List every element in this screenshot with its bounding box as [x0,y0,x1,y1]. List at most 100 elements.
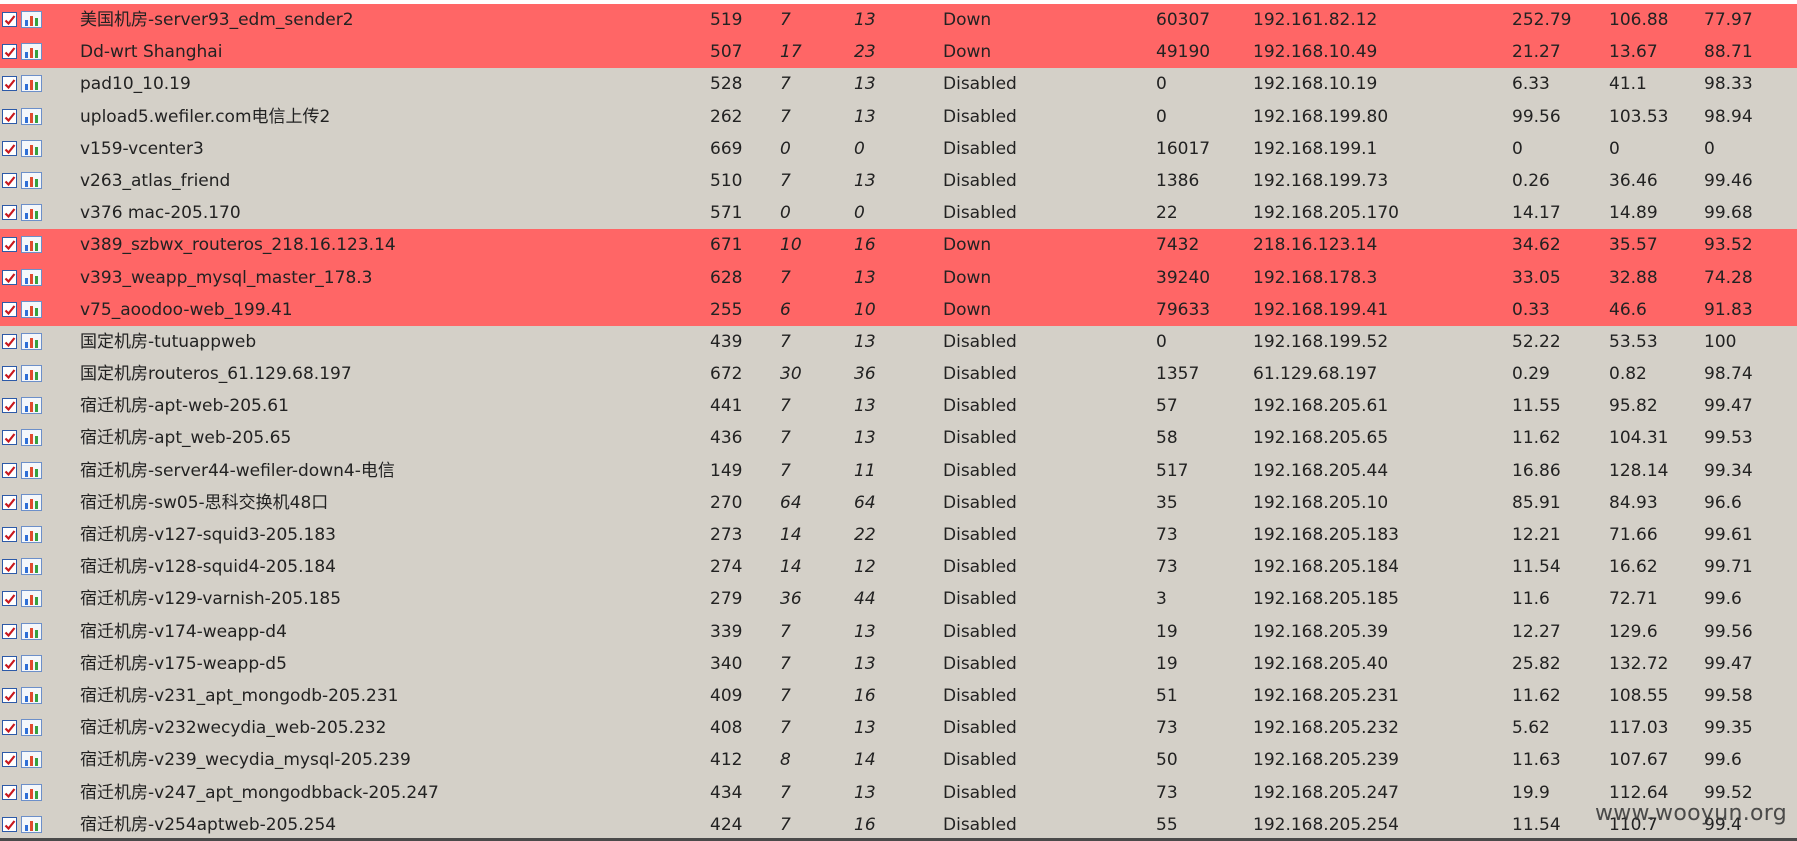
edit-checkbox-icon[interactable] [2,623,17,639]
host-name[interactable]: 美国机房-server93_edm_sender2 [80,4,700,36]
graph-icon[interactable] [21,719,42,737]
table-row[interactable]: 宿迁机房-v129-varnish-205.185 279 36 44 Disabled… [0,583,1797,616]
graph-icon[interactable] [21,43,42,61]
edit-checkbox-icon[interactable] [2,140,17,156]
edit-checkbox-icon[interactable] [2,494,17,510]
graph-icon[interactable] [21,236,42,254]
graph-icon[interactable] [21,558,42,576]
table-row[interactable]: 宿迁机房-server44-wefiler-down4-电信 149 7 11 Disa… [0,454,1797,487]
table-row[interactable]: v159-vcenter3 669 0 0 Disabled 16017 192.168.1… [0,132,1797,165]
graph-icon[interactable] [21,397,42,415]
edit-checkbox-icon[interactable] [2,44,17,60]
edit-checkbox-icon[interactable] [2,108,17,124]
graph-icon[interactable] [21,332,42,350]
table-row[interactable]: 国定机房routeros_61.129.68.197 672 30 36 Disable… [0,358,1797,391]
table-row[interactable]: 宿迁机房-v254aptweb-205.254 424 7 16 Disabled 55 1… [0,808,1797,841]
host-name[interactable]: 宿迁机房-apt_web-205.65 [80,422,700,454]
graph-icon[interactable] [21,590,42,608]
table-row[interactable]: 国定机房-tutuappweb 439 7 13 Disabled 0 192.168.19… [0,325,1797,359]
edit-checkbox-icon[interactable] [2,720,17,736]
graph-icon[interactable] [21,300,42,318]
host-name[interactable]: 国定机房-tutuappweb [80,326,700,358]
graph-icon[interactable] [21,783,42,801]
table-row[interactable]: pad10_10.19 528 7 13 Disabled 0 192.168.10.19 6… [0,68,1797,101]
table-row[interactable]: v263_atlas_friend 510 7 13 Disabled 1386 192.1… [0,164,1797,198]
table-row[interactable]: v393_weapp_mysql_master_178.3 628 7 13 Down 3… [0,261,1797,294]
host-name[interactable]: pad10_10.19 [80,68,700,100]
edit-checkbox-icon[interactable] [2,655,17,671]
table-row[interactable]: 美国机房-server93_edm_sender2 519 7 13 Down 60307… [0,4,1797,37]
table-row[interactable]: Dd-wrt Shanghai 507 17 23 Down 49190 192.168.1… [0,36,1797,69]
edit-checkbox-icon[interactable] [2,784,17,800]
edit-checkbox-icon[interactable] [2,12,17,27]
graph-icon[interactable] [21,429,42,447]
edit-checkbox-icon[interactable] [2,76,17,92]
host-name[interactable]: 宿迁机房-v129-varnish-205.185 [80,583,700,615]
edit-checkbox-icon[interactable] [2,752,17,768]
table-row[interactable]: 宿迁机房-apt-web-205.61 441 7 13 Disabled 57 192.1… [0,390,1797,423]
table-row[interactable]: v389_szbwx_routeros_218.16.123.14 671 10 16… [0,229,1797,262]
host-name[interactable]: v376 mac-205.170 [80,197,700,229]
host-name[interactable]: v263_atlas_friend [80,165,700,197]
edit-checkbox-icon[interactable] [2,816,17,832]
edit-checkbox-icon[interactable] [2,237,17,253]
table-row[interactable]: 宿迁机房-apt_web-205.65 436 7 13 Disabled 58 192.1… [0,422,1797,455]
edit-checkbox-icon[interactable] [2,366,17,382]
graph-icon[interactable] [21,107,42,125]
edit-checkbox-icon[interactable] [2,333,17,349]
host-name[interactable]: 宿迁机房-v175-weapp-d5 [80,648,700,680]
table-row[interactable]: 宿迁机房-v247_apt_mongodbback-205.247 434 7 13 D… [0,776,1797,809]
host-name[interactable]: 宿迁机房-v247_apt_mongodbback-205.247 [80,777,700,809]
host-name[interactable]: 宿迁机房-v239_wecydia_mysql-205.239 [80,744,700,776]
table-row[interactable]: v376 mac-205.170 571 0 0 Disabled 22 192.168.2… [0,197,1797,230]
edit-checkbox-icon[interactable] [2,301,17,317]
graph-icon[interactable] [21,686,42,704]
table-row[interactable]: 宿迁机房-v175-weapp-d5 340 7 13 Disabled 19 192.16… [0,647,1797,680]
graph-icon[interactable] [21,622,42,640]
table-row[interactable]: 宿迁机房-v174-weapp-d4 339 7 13 Disabled 19 192.16… [0,615,1797,648]
edit-checkbox-icon[interactable] [2,430,17,446]
edit-checkbox-icon[interactable] [2,687,17,703]
table-row[interactable]: 宿迁机房-v231_apt_mongodb-205.231 409 7 16 Disab… [0,679,1797,713]
host-name[interactable]: 宿迁机房-v231_apt_mongodb-205.231 [80,680,700,712]
table-row[interactable]: 宿迁机房-v127-squid3-205.183 273 14 22 Disabled 7… [0,519,1797,552]
host-name[interactable]: 宿迁机房-v174-weapp-d4 [80,616,700,648]
host-name[interactable]: v75_aoodoo-web_199.41 [80,294,700,326]
host-name[interactable]: Dd-wrt Shanghai [80,36,700,68]
host-name[interactable]: v159-vcenter3 [80,133,700,165]
graph-icon[interactable] [21,139,42,157]
host-name[interactable]: 宿迁机房-v128-squid4-205.184 [80,551,700,583]
edit-checkbox-icon[interactable] [2,269,17,285]
graph-icon[interactable] [21,11,42,28]
edit-checkbox-icon[interactable] [2,591,17,607]
edit-checkbox-icon[interactable] [2,527,17,542]
host-name[interactable]: 宿迁机房-v232wecydia_web-205.232 [80,712,700,744]
graph-icon[interactable] [21,751,42,769]
table-row[interactable]: upload5.wefiler.com电信上传2 262 7 13 Disabled 0 1… [0,100,1797,133]
graph-icon[interactable] [21,75,42,93]
graph-icon[interactable] [21,204,42,222]
graph-icon[interactable] [21,493,42,511]
graph-icon[interactable] [21,365,42,383]
graph-icon[interactable] [21,815,42,833]
edit-checkbox-icon[interactable] [2,398,17,414]
table-row[interactable]: v75_aoodoo-web_199.41 255 6 10 Down 79633 192.… [0,293,1797,326]
edit-checkbox-icon[interactable] [2,205,17,221]
host-name[interactable]: 宿迁机房-v254aptweb-205.254 [80,809,700,841]
graph-icon[interactable] [21,654,42,672]
host-name[interactable]: v393_weapp_mysql_master_178.3 [80,262,700,294]
host-name[interactable]: upload5.wefiler.com电信上传2 [80,101,700,133]
edit-checkbox-icon[interactable] [2,559,17,575]
host-name[interactable]: 宿迁机房-v127-squid3-205.183 [80,519,700,551]
table-row[interactable]: 宿迁机房-v239_wecydia_mysql-205.239 412 8 14 Dis… [0,744,1797,777]
graph-icon[interactable] [21,526,42,543]
table-row[interactable]: 宿迁机房-v232wecydia_web-205.232 408 7 13 Disabl… [0,712,1797,745]
host-name[interactable]: v389_szbwx_routeros_218.16.123.14 [80,229,700,261]
edit-checkbox-icon[interactable] [2,172,17,188]
host-name[interactable]: 宿迁机房-apt-web-205.61 [80,390,700,422]
graph-icon[interactable] [21,268,42,286]
host-name[interactable]: 国定机房routeros_61.129.68.197 [80,358,700,390]
edit-checkbox-icon[interactable] [2,462,17,478]
table-row[interactable]: 宿迁机房-sw05-思科交换机48口 270 64 64 Disabled 35 192.1… [0,486,1797,519]
graph-icon[interactable] [21,461,42,479]
